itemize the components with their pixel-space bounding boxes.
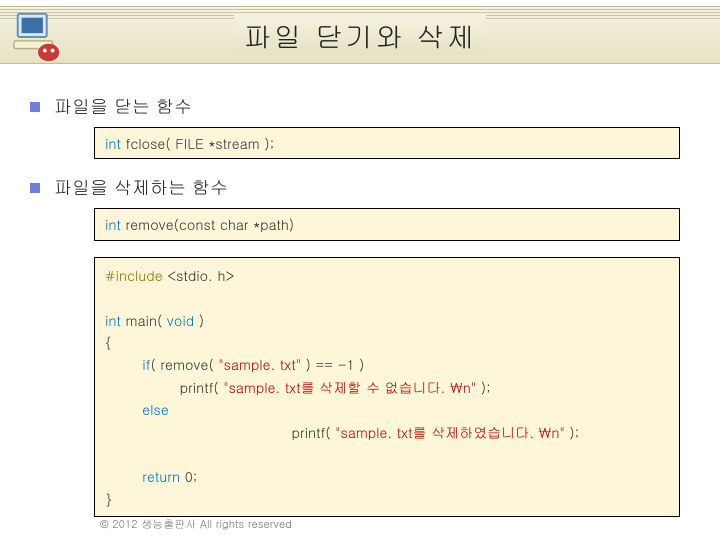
title-bar: 파일 닫기와 삭제 <box>0 6 720 64</box>
bullet-1: 파일을 닫는 함수 <box>30 94 680 119</box>
bullet-icon <box>30 102 40 112</box>
code-text: main( <box>121 310 167 330</box>
code-fclose: int fclose( FILE *stream ); <box>94 127 680 159</box>
kw-void: void <box>167 310 194 330</box>
kw-else: else <box>105 399 169 419</box>
kw-include: #include <box>105 265 163 285</box>
string-literal: "sample. txt" <box>218 354 301 374</box>
code-text: printf( <box>105 422 335 442</box>
code-text: remove(const char *path) <box>121 214 294 234</box>
string-literal: "sample. txt를 삭제할 수 없습니다. \n" <box>223 377 476 397</box>
bullet-2-text: 파일을 삭제하는 함수 <box>54 175 228 200</box>
code-text: ) <box>194 310 204 330</box>
kw-int: int <box>105 214 121 234</box>
code-remove: int remove(const char *path) <box>94 208 680 240</box>
code-text: ); <box>476 377 491 397</box>
code-text: fclose( FILE *stream ); <box>121 133 274 153</box>
copyright-footer: © 2012 생능출판사 All rights reserved <box>100 517 292 532</box>
kw-if: if <box>105 354 150 374</box>
string-literal: "sample. txt를 삭제하였습니다. \n" <box>335 422 565 442</box>
page-title: 파일 닫기와 삭제 <box>234 15 487 55</box>
code-text: { <box>105 332 112 352</box>
content-area: 파일을 닫는 함수 int fclose( FILE *stream ); 파일… <box>0 64 720 517</box>
computer-icon <box>10 8 68 66</box>
bullet-1-text: 파일을 닫는 함수 <box>54 94 192 119</box>
kw-return: return <box>105 466 180 486</box>
bullet-2: 파일을 삭제하는 함수 <box>30 175 680 200</box>
code-main: #include <stdio. h> int main( void ) { i… <box>94 257 680 517</box>
kw-int: int <box>105 310 121 330</box>
code-text: ) == -1 ) <box>301 354 364 374</box>
code-text: ( remove( <box>150 354 218 374</box>
kw-int: int <box>105 133 121 153</box>
code-text: <stdio. h> <box>163 265 235 285</box>
code-text: 0; <box>180 466 197 486</box>
bullet-icon <box>30 183 40 193</box>
code-text: ); <box>565 422 580 442</box>
code-text: } <box>105 489 112 509</box>
code-text: printf( <box>105 377 223 397</box>
